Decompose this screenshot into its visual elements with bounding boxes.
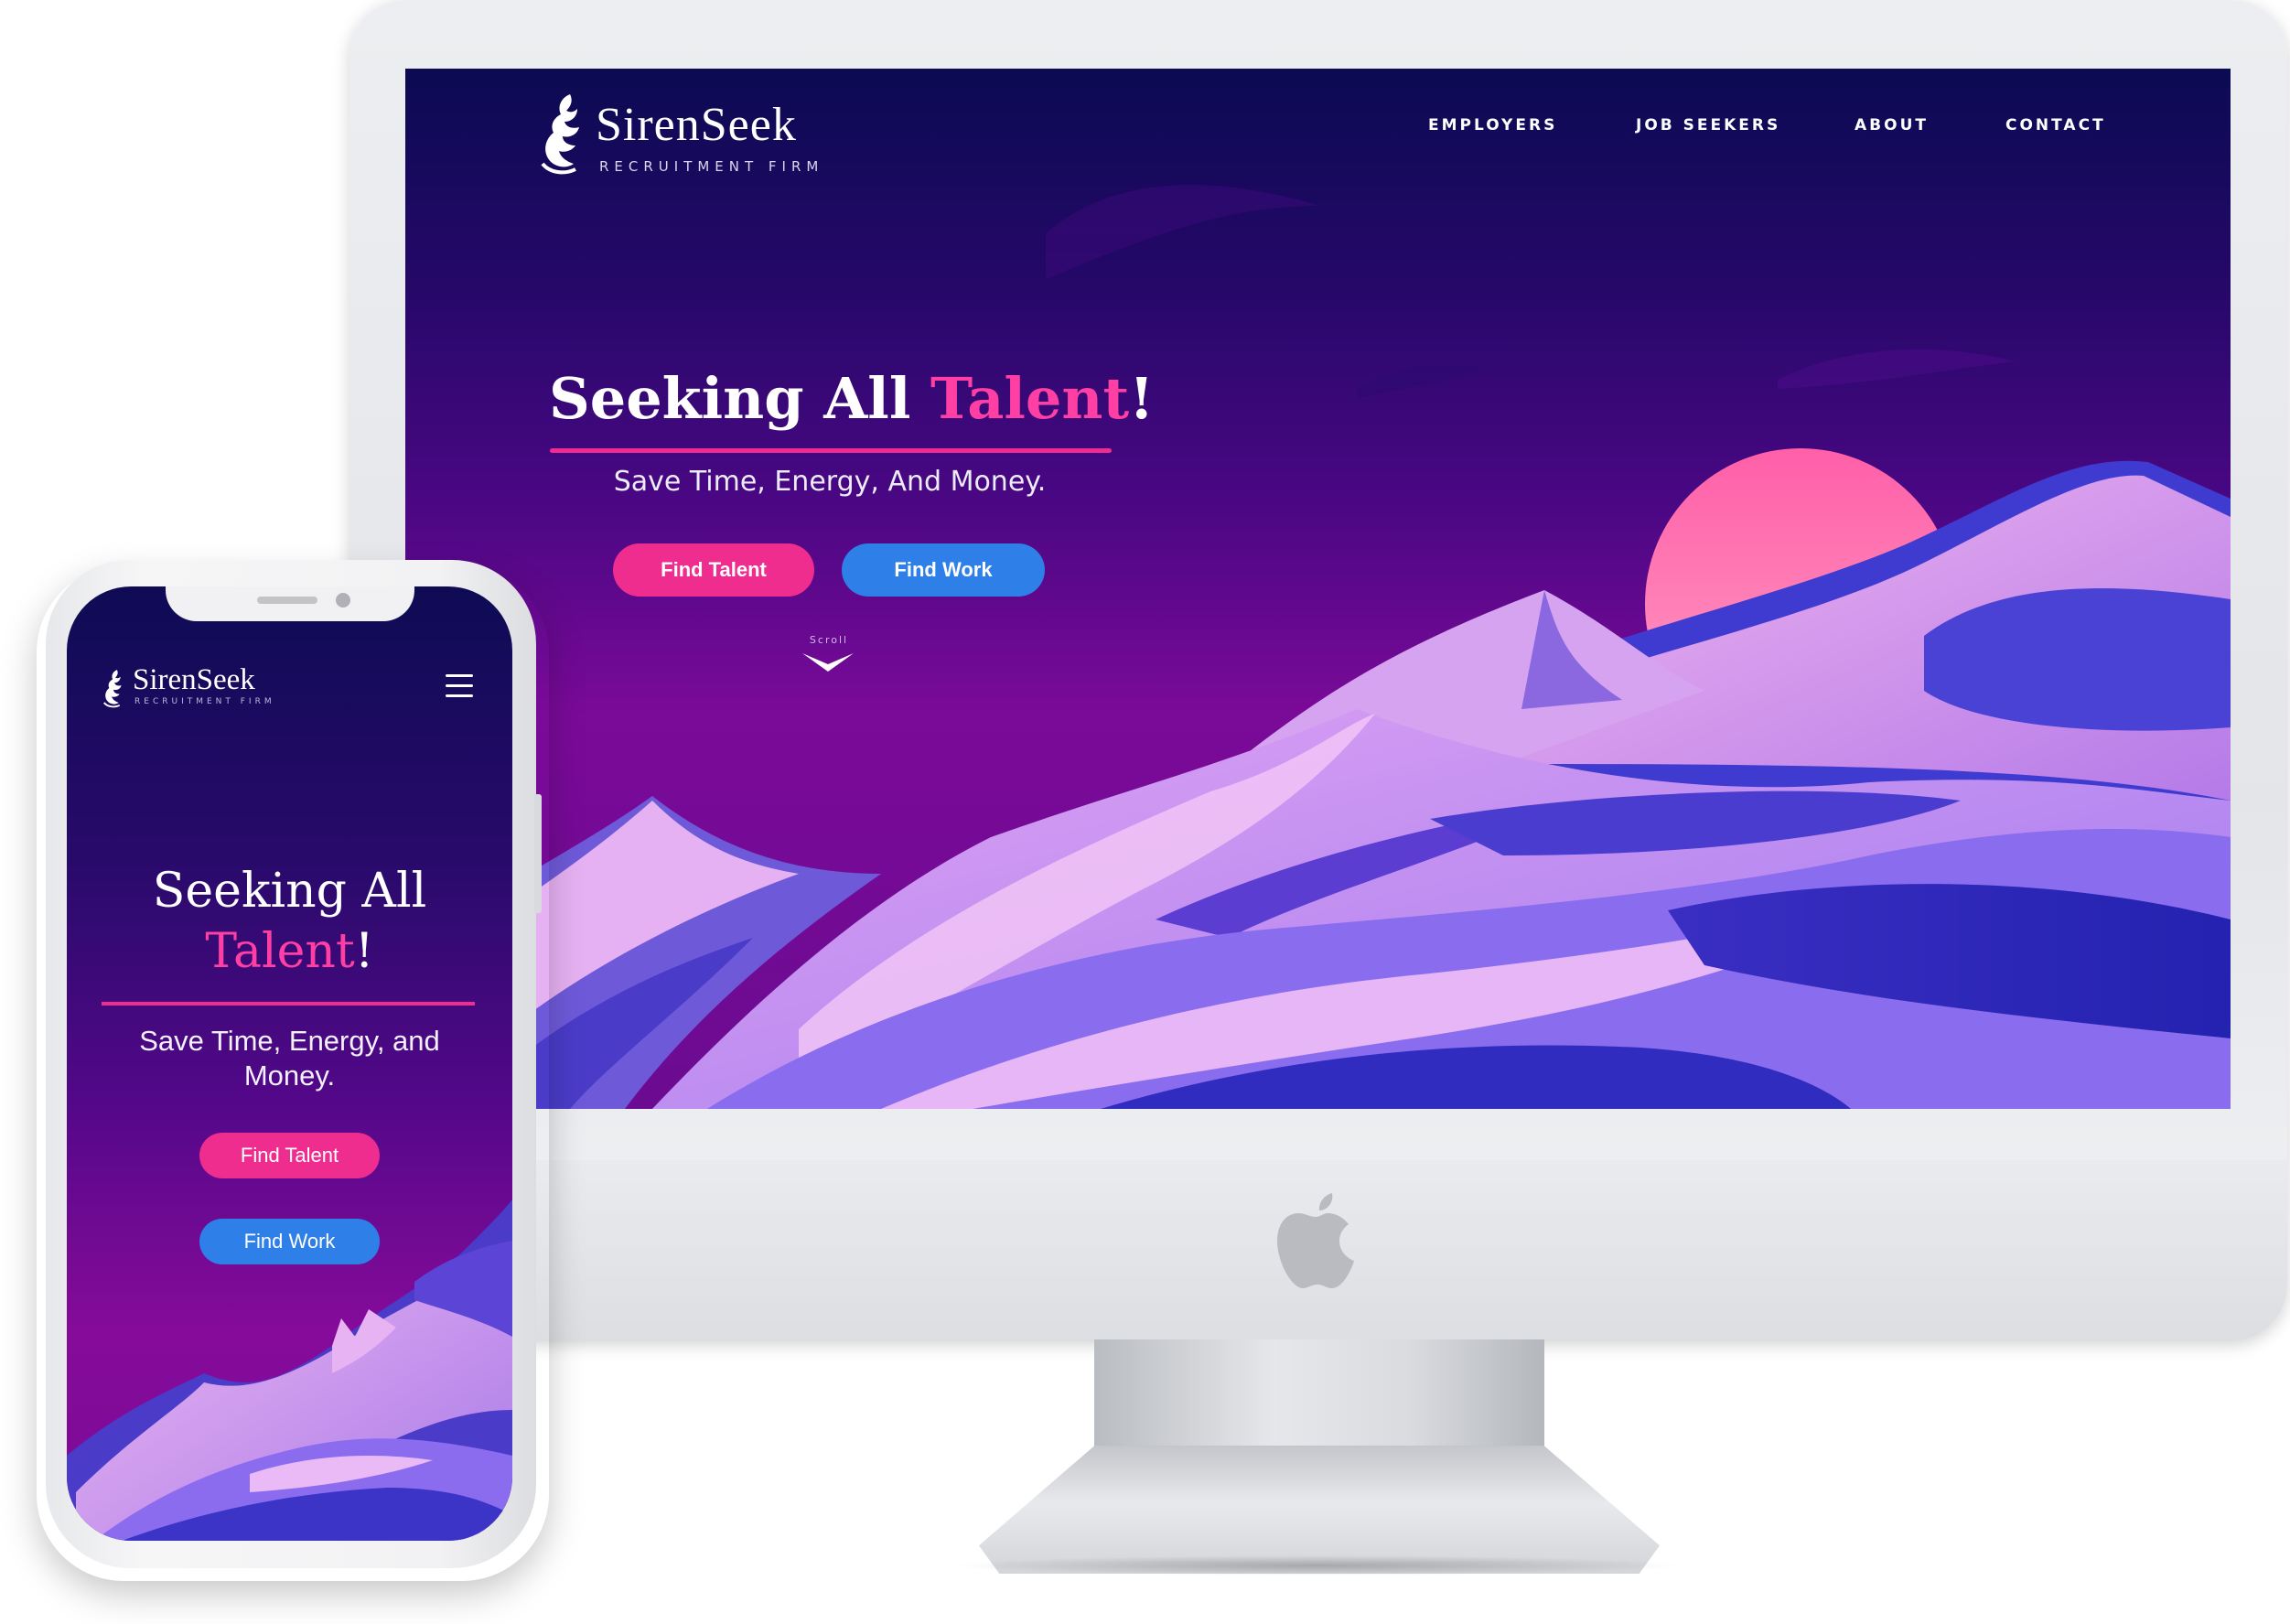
- mobile-find-work-button[interactable]: Find Work: [199, 1219, 380, 1264]
- siren-logo-icon: [102, 670, 122, 708]
- nav-job-seekers[interactable]: JOB SEEKERS: [1636, 116, 1780, 134]
- mobile-brand-name[interactable]: SirenSeek: [133, 663, 255, 697]
- find-work-button[interactable]: Find Work: [842, 543, 1045, 597]
- mobile-hero-title-accent: Talent: [205, 924, 355, 979]
- hero-title-end: !: [1129, 365, 1155, 432]
- scroll-label: Scroll: [809, 634, 849, 646]
- nav-about[interactable]: ABOUT: [1855, 116, 1929, 134]
- phone-side-button: [534, 794, 542, 913]
- phone-camera: [336, 593, 350, 608]
- mobile-hero-title-end: !: [354, 924, 374, 979]
- mobile-hero-subtitle: Save Time, Energy, and Money.: [139, 1025, 440, 1092]
- nav-contact[interactable]: CONTACT: [2005, 116, 2106, 134]
- apple-logo-icon: [1277, 1193, 1354, 1288]
- siren-logo-icon: [541, 94, 579, 175]
- mobile-hero-title-line1: Seeking All: [152, 864, 427, 919]
- chevron-down-icon[interactable]: [801, 650, 855, 677]
- mobile-hero-divider: [102, 1002, 475, 1006]
- mobile-screen: SirenSeek RECRUITMENT FIRM Seeking All T…: [67, 586, 512, 1541]
- brand-name: SirenSeek: [596, 99, 797, 151]
- hero-subtitle: Save Time, Energy, And Money.: [613, 466, 1047, 498]
- hero-divider: [550, 448, 1112, 453]
- brand-tagline: RECRUITMENT FIRM: [599, 158, 824, 175]
- mobile-find-talent-button[interactable]: Find Talent: [199, 1133, 380, 1178]
- mobile-hero-title-line2: Talent!: [67, 921, 512, 982]
- mobile-brand-tagline: RECRUITMENT FIRM: [134, 697, 275, 706]
- stand-shadow: [951, 1555, 1683, 1576]
- imac-stand-base: [979, 1446, 1660, 1574]
- find-talent-button[interactable]: Find Talent: [613, 543, 814, 597]
- nav-employers[interactable]: EMPLOYERS: [1428, 116, 1557, 134]
- brand-logo[interactable]: SirenSeek RECRUITMENT FIRM: [533, 85, 863, 186]
- desktop-screen: SirenSeek RECRUITMENT FIRM EMPLOYERS JOB…: [405, 69, 2231, 1109]
- hero-title-main: Seeking All: [549, 365, 930, 432]
- mobile-hero-title: Seeking All Talent!: [67, 861, 512, 982]
- hamburger-menu-icon[interactable]: [446, 674, 473, 698]
- hero-title-accent: Talent: [930, 365, 1130, 432]
- phone-notch: [166, 586, 414, 621]
- hero-title: Seeking All Talent!: [549, 365, 1154, 432]
- phone-speaker: [257, 597, 317, 604]
